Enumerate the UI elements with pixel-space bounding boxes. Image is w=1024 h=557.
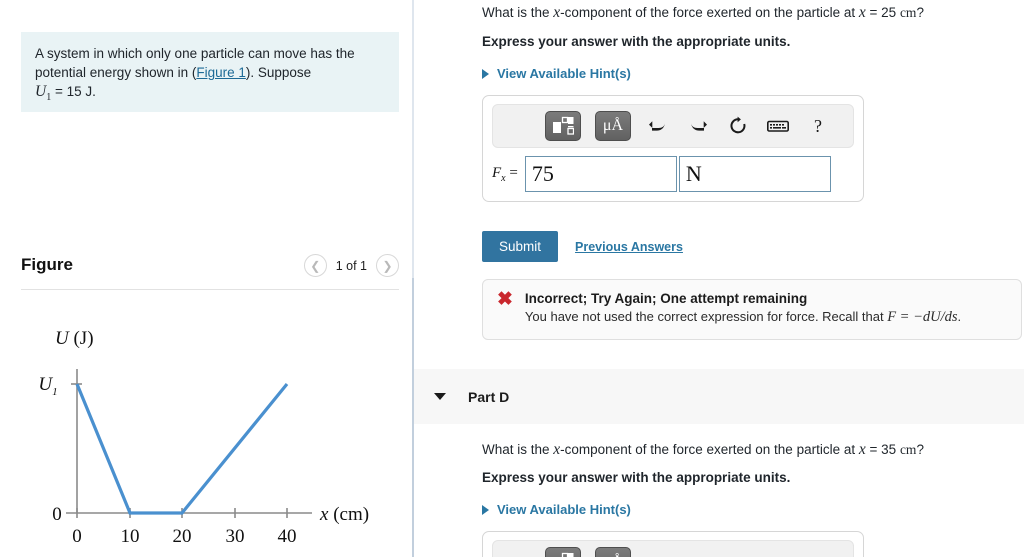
triangle-down-icon <box>434 393 446 400</box>
feedback-body-end: . <box>957 309 962 324</box>
partD-math-toolbar: μÅ <box>492 540 854 557</box>
partD-instruction: Express your answer with the appropriate… <box>482 470 791 485</box>
partD-question: What is the x-component of the force exe… <box>482 441 1022 459</box>
page-root: A system in which only one particle can … <box>0 0 1024 557</box>
chevron-left-icon[interactable]: ❮ <box>303 254 327 277</box>
math-template-glyph <box>561 552 574 557</box>
micro-angstrom-icon[interactable]: μÅ <box>595 111 631 141</box>
figure-title: Figure <box>21 255 73 274</box>
chevron-right-icon[interactable]: ❯ <box>376 254 399 277</box>
potential-energy-chart: U (J) U1 0 0 10 20 30 40 x (cm) <box>0 296 412 557</box>
intro-line-1: A system in which only one particle can … <box>35 46 355 61</box>
x-mark-icon: ✖ <box>497 289 513 310</box>
intro-line-2-pre: potential energy shown in ( <box>35 65 197 80</box>
chart-xlabel: x (cm) <box>319 504 369 525</box>
chart-xticklabel-10: 10 <box>121 526 140 547</box>
partC-answer-row: Fx = <box>492 156 854 192</box>
previous-answers-link[interactable]: Previous Answers <box>575 240 683 254</box>
partD-label: Part D <box>468 388 510 405</box>
chart-xticklabel-30: 30 <box>226 526 245 547</box>
partD-header[interactable]: Part D <box>414 369 1024 424</box>
chart-data-line <box>75 382 289 515</box>
partC-q-end: ? <box>916 5 924 20</box>
partC-feedback-box: ✖ Incorrect; Try Again; One attempt rema… <box>482 279 1022 340</box>
partC-feedback-body: You have not used the correct expression… <box>525 308 961 326</box>
partC-q-mid: -component of the force exerted on the p… <box>560 5 859 20</box>
partC-answer-card: μÅ ? Fx = 75 N <box>482 95 864 202</box>
redo-arrow-icon[interactable] <box>685 113 711 139</box>
chart-ylabel-u1: U1 <box>38 374 57 398</box>
math-template-icon[interactable] <box>545 111 581 141</box>
partC-question: What is the x-component of the force exe… <box>482 4 1022 22</box>
partD-answer-card: μÅ <box>482 531 864 557</box>
partC-view-hints[interactable]: View Available Hint(s) <box>482 66 631 81</box>
chart-ylabel: U (J) <box>55 328 94 349</box>
keyboard-glyph <box>767 120 789 132</box>
partC-q-unit: cm <box>899 5 917 20</box>
partC-answer-input[interactable] <box>524 156 677 192</box>
problem-intro-text: A system in which only one particle can … <box>35 44 385 107</box>
keyboard-icon[interactable] <box>765 113 791 139</box>
partC-q-pre: What is the <box>482 5 554 20</box>
submit-button[interactable]: Submit <box>482 231 559 262</box>
chart-svg: U (J) U1 0 0 10 20 30 40 x (cm) <box>38 328 369 547</box>
math-template-glyph <box>553 116 574 135</box>
partC-hint-label: View Available Hint(s) <box>497 66 631 81</box>
left-panel: A system in which only one particle can … <box>0 0 412 557</box>
math-template-icon[interactable] <box>545 547 581 557</box>
intro-equation: = 15 J. <box>54 84 96 99</box>
triangle-right-icon <box>482 504 489 515</box>
partD-q-end: ? <box>916 442 924 457</box>
figure-header: Figure ❮ 1 of 1 ❯ <box>21 252 399 288</box>
partD-q-mid: -component of the force exerted on the p… <box>560 442 859 457</box>
partC-units-input[interactable] <box>678 156 831 192</box>
figure-navigation: ❮ 1 of 1 ❯ <box>303 254 399 277</box>
undo-glyph <box>649 121 665 131</box>
right-panel: What is the x-component of the force exe… <box>414 0 1024 557</box>
partC-math-toolbar: μÅ ? <box>492 104 854 148</box>
partC-submit-row: Submit Previous Answers <box>482 231 683 262</box>
figure-divider <box>21 289 399 290</box>
partD-view-hints[interactable]: View Available Hint(s) <box>482 502 631 517</box>
partC-feedback-text: Incorrect; Try Again; One attempt remain… <box>525 291 961 326</box>
figure-1-link[interactable]: Figure 1 <box>196 65 246 80</box>
partC-q-x: x <box>858 4 866 21</box>
chart-xticklabel-0: 0 <box>72 526 82 547</box>
partD-q-unit: cm <box>899 442 917 457</box>
partD-hint-label: View Available Hint(s) <box>497 502 631 517</box>
chart-xticklabel-40: 40 <box>278 526 297 547</box>
partC-instruction: Express your answer with the appropriate… <box>482 34 791 49</box>
partD-q-eq: = 35 <box>869 442 897 457</box>
partC-q-eq: = 25 <box>869 5 897 20</box>
partD-q-pre: What is the <box>482 442 554 457</box>
intro-line-2-post: ). Suppose <box>245 65 312 80</box>
reset-glyph <box>730 116 746 134</box>
reset-circular-arrow-icon[interactable] <box>725 113 751 139</box>
intro-variable-u1: U1 <box>35 83 52 104</box>
chart-xticklabel-20: 20 <box>173 526 192 547</box>
redo-glyph <box>691 121 707 131</box>
partD-q-x: x <box>858 441 866 458</box>
chart-ylabel-zero: 0 <box>52 504 62 525</box>
problem-intro-box: A system in which only one particle can … <box>21 32 399 112</box>
partD-question-text: What is the x-component of the force exe… <box>482 441 1022 459</box>
feedback-formula: F = −dU/ds <box>887 309 958 325</box>
question-mark-icon[interactable]: ? <box>805 113 831 139</box>
triangle-right-icon <box>482 68 489 79</box>
partC-question-text: What is the x-component of the force exe… <box>482 4 1022 22</box>
feedback-body-pre: You have not used the correct expression… <box>524 309 888 324</box>
partC-field-label: Fx = <box>492 164 518 184</box>
figure-count-label: 1 of 1 <box>335 258 367 273</box>
partC-feedback-title: Incorrect; Try Again; One attempt remain… <box>524 291 808 306</box>
micro-angstrom-icon[interactable]: μÅ <box>595 547 631 557</box>
undo-arrow-icon[interactable] <box>645 113 671 139</box>
